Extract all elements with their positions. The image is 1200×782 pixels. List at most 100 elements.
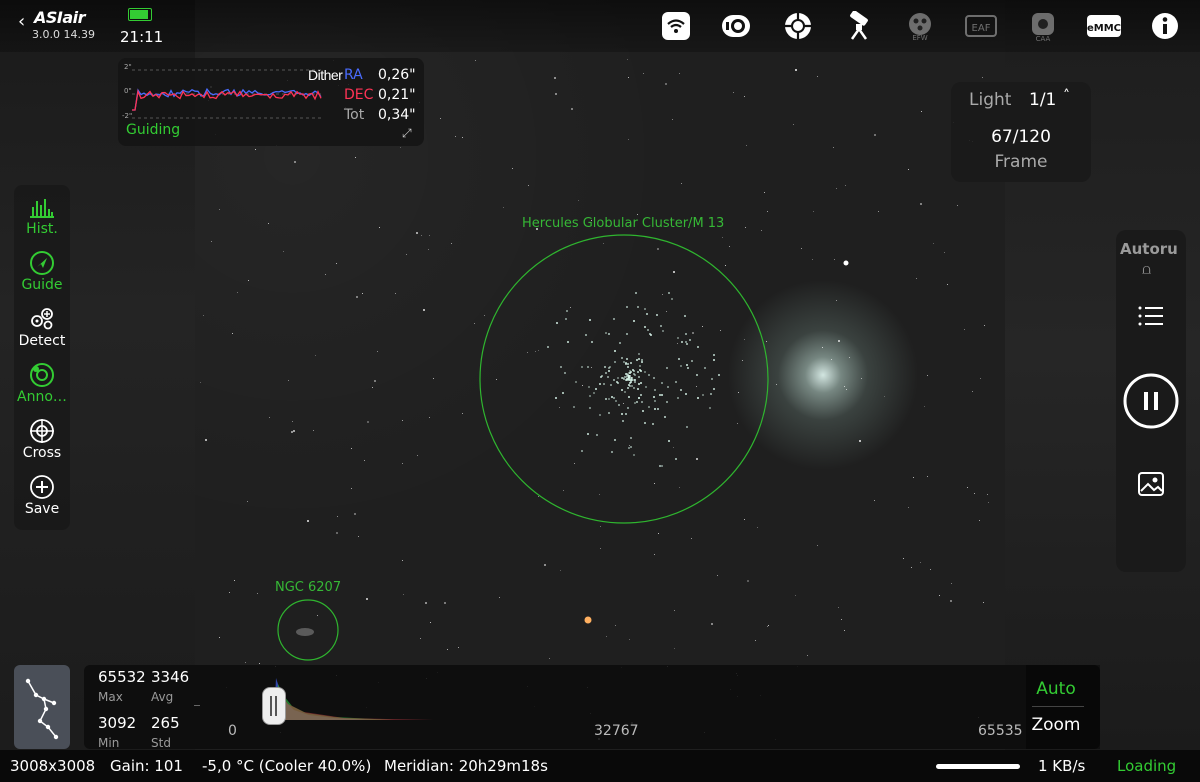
filter-wheel-icon[interactable]: EFW bbox=[904, 10, 936, 42]
annotate-button[interactable]: Anno… bbox=[14, 361, 70, 405]
right-toolbar: Autoru ⩍ bbox=[1116, 230, 1186, 572]
guiding-panel[interactable]: 2" 0" -2" Dither Guiding RA 0,26" DEC 0,… bbox=[118, 58, 424, 146]
min-label: Min bbox=[98, 736, 120, 750]
m13-annotation-circle bbox=[479, 234, 769, 524]
histogram-black-point-handle[interactable] bbox=[262, 687, 286, 725]
annotate-icon bbox=[14, 361, 70, 389]
back-icon[interactable]: ‹ bbox=[18, 11, 25, 32]
frame-progress: 67/120 bbox=[991, 127, 1051, 147]
top-bar: ‹ ASIair 3.0.0 14.39 21:11 EFW EAF CAA e… bbox=[0, 0, 1200, 52]
histogram-icon bbox=[14, 193, 70, 221]
guide-icon bbox=[14, 249, 70, 277]
cross-button[interactable]: Cross bbox=[14, 417, 70, 461]
histogram-graph bbox=[274, 678, 434, 720]
svg-text:EAF: EAF bbox=[972, 23, 991, 34]
list-icon[interactable] bbox=[1137, 304, 1165, 328]
detect-label: Detect bbox=[18, 333, 66, 349]
histogram-tick-max: 65535 bbox=[978, 723, 1023, 739]
ngc6207-galaxy bbox=[296, 628, 314, 636]
svg-text:eMMC: eMMC bbox=[1087, 23, 1121, 34]
std-label: Std bbox=[151, 736, 171, 750]
app-name: ASIair bbox=[34, 8, 86, 27]
battery-icon bbox=[128, 8, 152, 21]
save-label: Save bbox=[24, 501, 60, 517]
histogram-panel: 65532 Max 3346 Avg 3092 Min 265 Std 0 32… bbox=[84, 665, 1100, 750]
divider bbox=[194, 705, 200, 706]
avg-value: 3346 bbox=[151, 668, 190, 686]
gain: Gain: 101 bbox=[110, 757, 183, 775]
transfer-speed: 1 KB/s bbox=[1038, 757, 1086, 775]
save-button[interactable]: Save bbox=[14, 473, 70, 517]
home-indicator[interactable] bbox=[936, 764, 1020, 769]
exposure-type: Light bbox=[969, 90, 1012, 110]
dither-label: Dither bbox=[308, 67, 343, 83]
min-value: 3092 bbox=[98, 714, 137, 732]
clock: 21:11 bbox=[120, 28, 164, 46]
resolution: 3008x3008 bbox=[10, 757, 96, 775]
info-icon[interactable] bbox=[1149, 10, 1181, 42]
guide-label: Guide bbox=[21, 277, 63, 293]
tot-label: Tot bbox=[344, 107, 365, 123]
guide-axis-top: 2" bbox=[124, 63, 132, 71]
svg-text:EFW: EFW bbox=[912, 34, 927, 41]
dec-value: 0,21" bbox=[378, 87, 416, 103]
constellation-thumbnail[interactable] bbox=[14, 665, 70, 749]
frame-label: Frame bbox=[994, 152, 1048, 172]
avg-label: Avg bbox=[151, 690, 174, 704]
gallery-icon[interactable] bbox=[1137, 471, 1165, 497]
ra-label: RA bbox=[344, 67, 363, 83]
svg-text:CAA: CAA bbox=[1036, 35, 1051, 41]
detect-button[interactable]: Detect bbox=[14, 305, 70, 349]
guide-axis-bottom: -2" bbox=[122, 112, 133, 120]
status-bar: 3008x3008 Gain: 101 -5,0 °C (Cooler 40.0… bbox=[0, 750, 1200, 782]
camera-angle-icon[interactable]: CAA bbox=[1027, 10, 1059, 42]
zoom-button[interactable]: Zoom bbox=[1026, 715, 1086, 735]
m13-label: Hercules Globular Cluster/M 13 bbox=[522, 216, 725, 231]
temperature: -5,0 °C (Cooler 40.0%) bbox=[202, 757, 372, 775]
camera-icon[interactable] bbox=[720, 10, 752, 42]
loading-status: Loading bbox=[1117, 757, 1177, 775]
stretch-divider bbox=[1032, 706, 1084, 707]
pause-button[interactable] bbox=[1122, 372, 1180, 430]
std-value: 265 bbox=[151, 714, 180, 732]
annotate-label: Anno… bbox=[17, 389, 67, 405]
exposure-count: 1/1 bbox=[1029, 90, 1057, 110]
detect-icon bbox=[14, 305, 70, 333]
hist-label: Hist. bbox=[26, 221, 58, 237]
plus-icon bbox=[14, 473, 70, 501]
histogram-tick-min: 0 bbox=[228, 723, 237, 739]
auto-stretch-button[interactable]: Auto bbox=[1026, 679, 1086, 699]
histogram-tick-mid: 32767 bbox=[594, 723, 639, 739]
chevron-up-icon[interactable]: ˄ bbox=[1063, 88, 1070, 104]
guiding-status: Guiding bbox=[126, 122, 181, 138]
expand-icon[interactable]: ⤢ bbox=[402, 126, 412, 141]
constellation-icon bbox=[25, 678, 59, 740]
guide-axis-mid: 0" bbox=[124, 87, 132, 95]
exposure-panel[interactable]: Light 1/1 ˄ 67/120 Frame bbox=[951, 82, 1091, 182]
app-version: 3.0.0 14.39 bbox=[32, 28, 95, 41]
guide-button[interactable]: Guide bbox=[14, 249, 70, 293]
tot-value: 0,34" bbox=[378, 107, 416, 123]
ra-value: 0,26" bbox=[378, 67, 416, 83]
emmc-icon[interactable]: eMMC bbox=[1086, 10, 1122, 42]
ngc6207-label: NGC 6207 bbox=[275, 580, 342, 595]
app-logo: ASIair bbox=[34, 8, 86, 27]
guide-scope-icon[interactable] bbox=[782, 10, 814, 42]
dec-label: DEC bbox=[344, 87, 374, 103]
wifi-icon[interactable] bbox=[660, 10, 692, 42]
cross-label: Cross bbox=[22, 445, 62, 461]
autorun-label[interactable]: Autoru bbox=[1120, 240, 1178, 258]
crosshair-icon bbox=[14, 417, 70, 445]
hist-button[interactable]: Hist. bbox=[14, 193, 70, 237]
focuser-icon[interactable]: EAF bbox=[965, 10, 997, 42]
orange-star bbox=[584, 616, 592, 624]
mount-icon[interactable] bbox=[843, 10, 875, 42]
guide-graph bbox=[132, 69, 324, 119]
bright-star bbox=[843, 260, 849, 266]
meridian: Meridian: 20h29m18s bbox=[384, 757, 548, 775]
max-label: Max bbox=[98, 690, 123, 704]
stretch-controls: Auto Zoom bbox=[1026, 665, 1100, 749]
max-value: 65532 bbox=[98, 668, 146, 686]
autorun-mode-icon[interactable]: ⩍ bbox=[1142, 262, 1151, 278]
left-toolbar: Hist. Guide Detect Anno… Cross Save bbox=[14, 185, 70, 530]
